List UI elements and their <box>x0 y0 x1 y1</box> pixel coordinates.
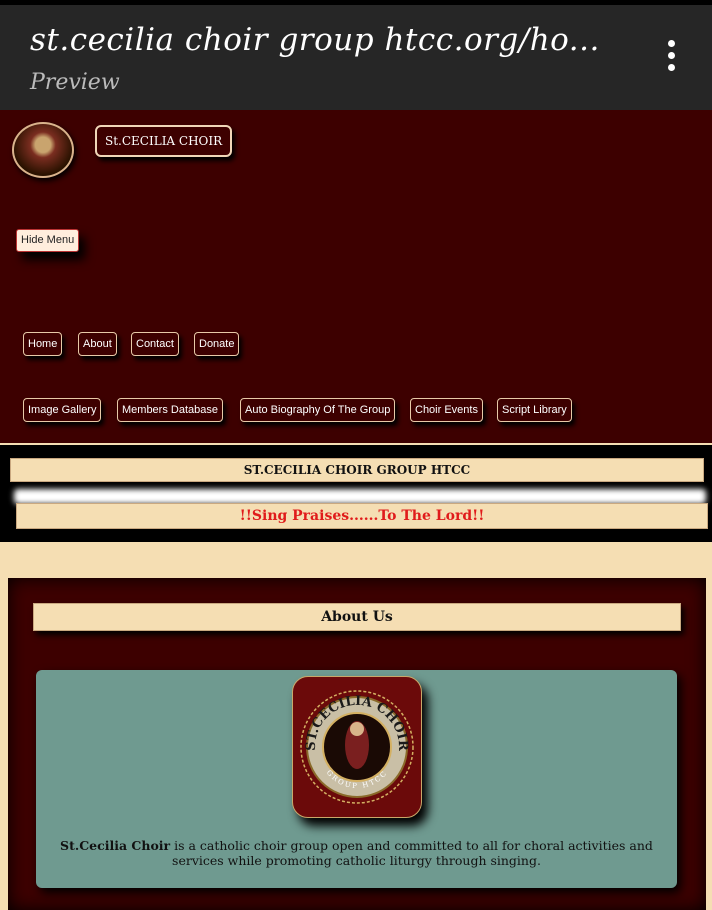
group-title: ST.CECILIA CHOIR GROUP HTCC <box>10 458 704 482</box>
more-options-icon[interactable] <box>664 40 678 76</box>
preview-label: Preview <box>30 70 120 95</box>
page-url-title: st.cecilia choir group htcc.org/ho... <box>30 22 600 58</box>
nav-script-library[interactable]: Script Library <box>497 398 572 422</box>
about-paragraph-bold: St.Cecilia Choir <box>60 838 171 853</box>
banner-glow <box>14 489 706 504</box>
about-heading: About Us <box>33 603 681 631</box>
status-bar-edge <box>0 0 712 5</box>
nav-members-database[interactable]: Members Database <box>117 398 223 422</box>
nav-home[interactable]: Home <box>23 332 63 356</box>
choir-badge-graphic: ST.CECILIA CHOIR GROUP HTCC <box>300 690 414 804</box>
site-header: St.CECILIA CHOIR Hide Menu Home About Co… <box>0 110 712 443</box>
nav-about[interactable]: About <box>78 332 117 356</box>
choir-badge-logo: ST.CECILIA CHOIR GROUP HTCC <box>292 676 422 818</box>
about-section: About Us ST.CECILIA CHOIR GROUP HTCC St.… <box>8 578 706 910</box>
title-banner: ST.CECILIA CHOIR GROUP HTCC !!Sing Prais… <box>0 443 712 542</box>
about-card: ST.CECILIA CHOIR GROUP HTCC St.Cecilia C… <box>36 670 677 888</box>
about-paragraph-text: is a catholic choir group open and commi… <box>170 838 653 868</box>
nav-image-gallery[interactable]: Image Gallery <box>23 398 102 422</box>
hide-menu-button[interactable]: Hide Menu <box>16 229 80 252</box>
nav-auto-biography[interactable]: Auto Biography Of The Group <box>240 398 396 422</box>
tagline: !!Sing Praises......To The Lord!! <box>16 503 708 529</box>
nav-donate[interactable]: Donate <box>194 332 240 356</box>
nav-choir-events[interactable]: Choir Events <box>410 398 483 422</box>
about-paragraph: St.Cecilia Choir is a catholic choir gro… <box>52 838 661 868</box>
nav-contact[interactable]: Contact <box>131 332 179 356</box>
site-logo[interactable] <box>12 122 74 178</box>
brand-button[interactable]: St.CECILIA CHOIR <box>95 125 233 157</box>
browser-top-bar: st.cecilia choir group htcc.org/ho... Pr… <box>0 0 712 110</box>
